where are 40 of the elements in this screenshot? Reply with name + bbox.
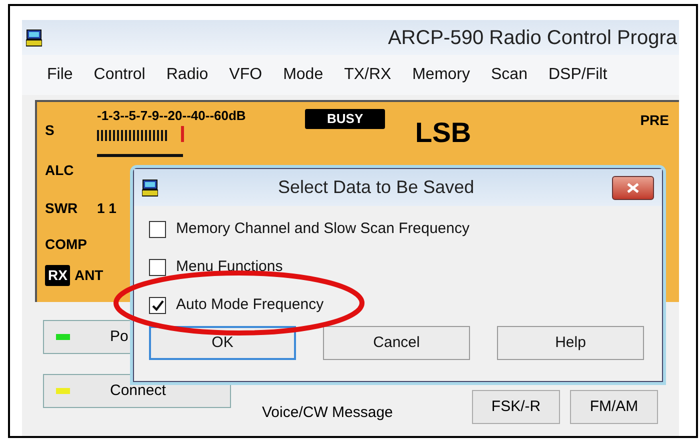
meter-scale: -1-3--5-7-9--20--40--60dB: [97, 107, 247, 125]
menu-item[interactable]: TX/RX: [344, 63, 392, 87]
app-icon: [142, 178, 158, 196]
alc-meter-icon: [97, 154, 183, 158]
s-meter-icon: [97, 126, 187, 142]
option-label: Auto Mode Frequency: [176, 294, 324, 315]
menu-item[interactable]: Control: [94, 63, 146, 87]
rx-indicator: RX: [45, 264, 70, 286]
mode-display: LSB: [415, 116, 472, 150]
menu-item[interactable]: VFO: [229, 63, 262, 87]
menu-item[interactable]: Memory: [412, 63, 470, 87]
checkbox[interactable]: [149, 296, 166, 314]
dialog-title: Select Data to Be Saved: [278, 176, 474, 199]
option-label: Memory Channel and Slow Scan Frequency: [176, 218, 470, 239]
close-icon: [627, 182, 639, 192]
checkbox[interactable]: [149, 258, 166, 276]
dialog-button[interactable]: Help: [497, 326, 644, 360]
menu-item[interactable]: DSP/Filt: [548, 63, 608, 87]
busy-indicator: BUSY: [305, 109, 386, 128]
s-label: S: [45, 121, 56, 140]
app-icon: [26, 28, 42, 46]
close-button[interactable]: [612, 176, 654, 200]
option-label: Menu Functions: [176, 256, 283, 277]
menu-item[interactable]: File: [47, 63, 73, 87]
check-icon: [152, 300, 164, 310]
dialog-button[interactable]: Cancel: [323, 326, 470, 360]
ant-label: ANT: [74, 266, 104, 284]
group-label: Voice/CW Message: [262, 403, 393, 423]
checkbox[interactable]: [149, 220, 166, 238]
mode-button[interactable]: FM/AM: [570, 390, 658, 424]
menu-item[interactable]: Scan: [491, 63, 528, 87]
swr-values: 1 1: [97, 198, 116, 218]
window-title: ARCP-590 Radio Control Progra: [388, 26, 677, 50]
menu-item[interactable]: Radio: [166, 63, 208, 87]
comp-label: COMP: [45, 234, 87, 254]
swr-label: SWR: [45, 198, 79, 218]
pre-label: PRE: [640, 111, 669, 130]
mode-button[interactable]: FSK/-R: [472, 390, 560, 424]
alc-label: ALC: [45, 161, 75, 180]
menu-item[interactable]: Mode: [283, 63, 324, 87]
